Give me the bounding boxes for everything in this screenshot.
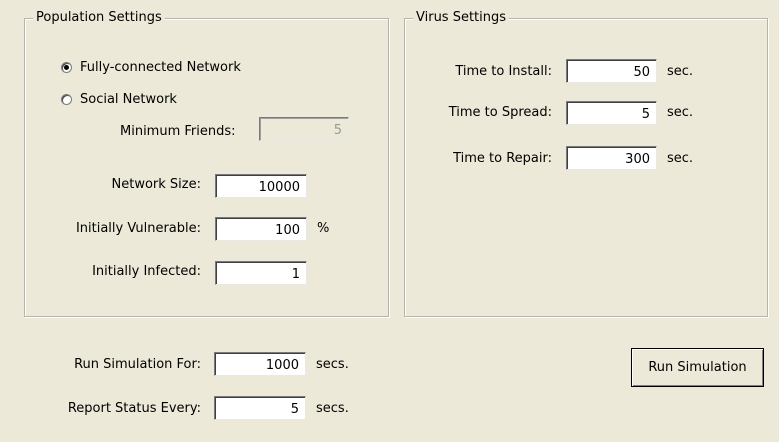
repair-unit: sec.	[667, 151, 694, 166]
report-status-every-label: Report Status Every:	[67, 401, 201, 416]
run-simulation-button[interactable]: Run Simulation	[631, 348, 764, 387]
install-unit: sec.	[667, 64, 694, 79]
report-status-every-field[interactable]	[214, 396, 306, 420]
time-to-repair-label: Time to Repair:	[453, 151, 552, 166]
spread-unit: sec.	[667, 105, 694, 120]
population-settings-title: Population Settings	[33, 10, 165, 26]
time-to-spread-field[interactable]	[566, 101, 657, 125]
social-network-radio[interactable]: Social Network	[61, 92, 177, 107]
initially-infected-label: Initially Infected:	[92, 264, 201, 279]
radio-checked-icon	[61, 62, 72, 73]
fully-connected-radio[interactable]: Fully-connected Network	[61, 60, 241, 75]
min-friends-field[interactable]	[259, 117, 349, 141]
report-unit: secs.	[316, 401, 349, 416]
fully-connected-label: Fully-connected Network	[80, 60, 241, 75]
initially-vulnerable-label: Initially Vulnerable:	[75, 221, 201, 236]
initially-vulnerable-field[interactable]	[215, 217, 307, 241]
min-friends-label: Minimum Friends:	[120, 124, 236, 139]
vulnerable-percent-unit: %	[317, 221, 330, 236]
network-size-field[interactable]	[215, 174, 307, 198]
social-network-label: Social Network	[80, 92, 177, 107]
run-for-unit: secs.	[316, 357, 349, 372]
radio-unchecked-icon	[61, 94, 72, 105]
virus-settings-title: Virus Settings	[413, 10, 510, 26]
network-size-label: Network Size:	[111, 177, 201, 192]
run-simulation-for-label: Run Simulation For:	[74, 357, 201, 372]
population-settings-group: Population Settings Fully-connected Netw…	[24, 10, 389, 317]
virus-settings-group: Virus Settings Time to Install: sec. Tim…	[404, 10, 768, 317]
time-to-spread-label: Time to Spread:	[448, 105, 552, 120]
initially-infected-field[interactable]	[215, 261, 307, 285]
time-to-install-label: Time to Install:	[455, 64, 552, 79]
time-to-repair-field[interactable]	[566, 146, 657, 170]
time-to-install-field[interactable]	[566, 59, 657, 83]
run-simulation-for-field[interactable]	[214, 352, 306, 376]
